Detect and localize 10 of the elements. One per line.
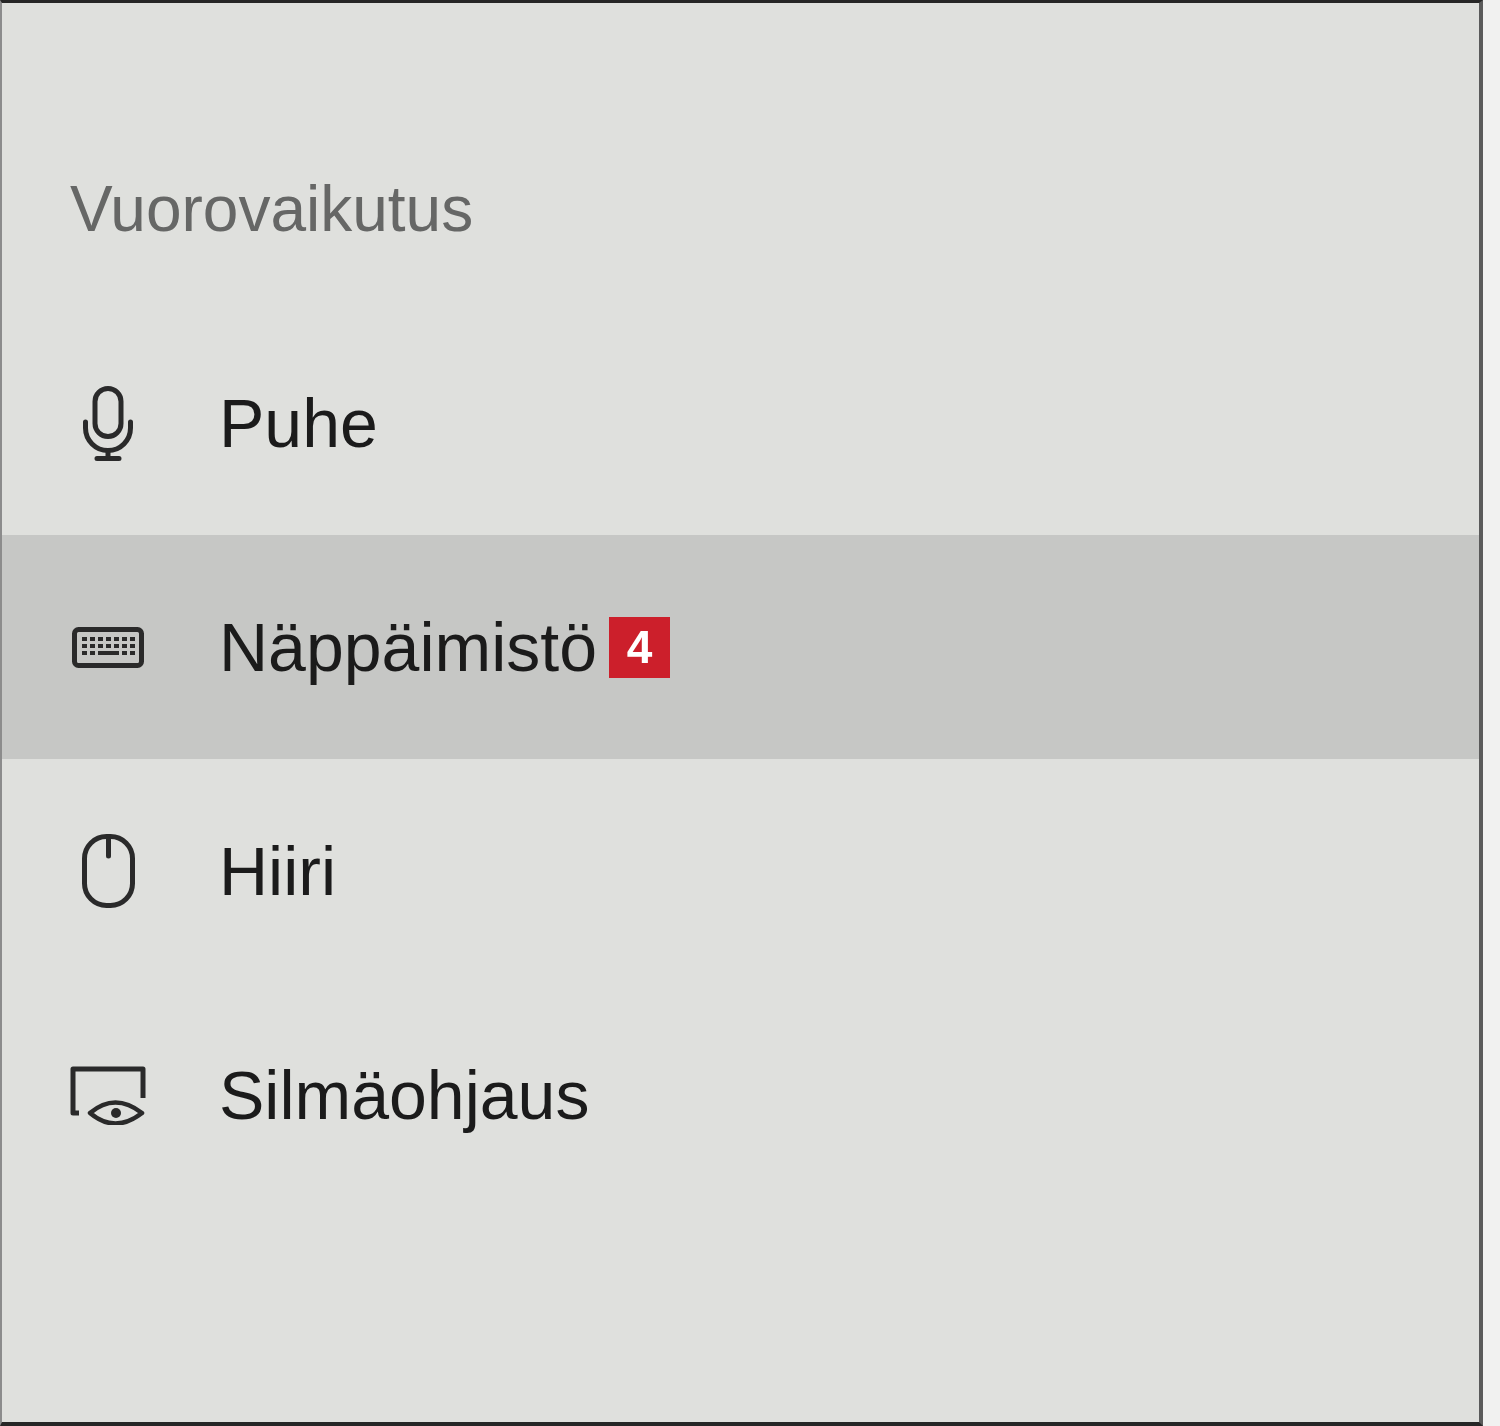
microphone-icon: [82, 385, 134, 461]
nav-item[interactable]: Silmäohjaus: [2, 983, 1479, 1207]
keyboard-icon: [72, 626, 144, 668]
section-heading: Vuorovaikutus: [70, 172, 474, 247]
notification-badge: 4: [608, 616, 670, 678]
mouse-icon: [81, 834, 135, 908]
eye-on-screen-icon: [70, 1065, 146, 1125]
nav-item[interactable]: Hiiri: [2, 759, 1479, 983]
nav-item[interactable]: Näppäimistö 4: [2, 535, 1479, 759]
nav-item[interactable]: Puhe: [2, 311, 1479, 535]
